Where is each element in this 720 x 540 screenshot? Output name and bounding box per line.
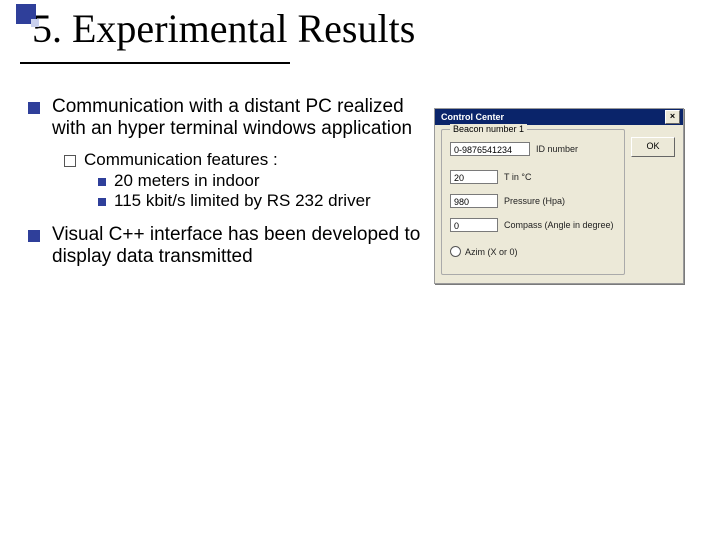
compass-input[interactable]: 0 [450, 218, 498, 232]
content-area: Communication with a distant PC realized… [28, 96, 428, 278]
dialog-title: Control Center [441, 112, 504, 122]
temp-input[interactable]: 20 [450, 170, 498, 184]
bullet-icon [28, 230, 40, 242]
title-accent [16, 4, 36, 24]
subbullet2-icon [98, 198, 106, 206]
pressure-label: Pressure (Hpa) [504, 196, 565, 206]
subbullet-icon [64, 155, 76, 167]
group-legend: Beacon number 1 [450, 124, 527, 134]
subbullet2-text: 115 kbit/s limited by RS 232 driver [114, 191, 371, 211]
pressure-input[interactable]: 980 [450, 194, 498, 208]
id-input[interactable]: 0-9876541234 [450, 142, 530, 156]
temp-label: T in °C [504, 172, 531, 182]
bullet-text: Communication with a distant PC realized… [52, 96, 428, 140]
compass-label: Compass (Angle in degree) [504, 220, 614, 230]
subbullet-text: Communication features : [84, 150, 278, 170]
azim-radio[interactable] [450, 246, 461, 257]
close-button[interactable]: × [665, 110, 680, 124]
dialog-titlebar: Control Center × [435, 109, 683, 125]
slide-title: 5. Experimental Results [22, 8, 415, 50]
beacon-groupbox: Beacon number 1 0-9876541234 ID number 2… [441, 129, 625, 275]
ok-button[interactable]: OK [631, 137, 675, 157]
bullet-text: Visual C++ interface has been developed … [52, 224, 428, 268]
bullet-icon [28, 102, 40, 114]
control-center-dialog: Control Center × Beacon number 1 0-98765… [434, 108, 684, 284]
subbullet2-icon [98, 178, 106, 186]
title-underline [20, 62, 290, 64]
id-label: ID number [536, 144, 578, 154]
subbullet2-text: 20 meters in indoor [114, 171, 260, 191]
azim-label: Azim (X or 0) [465, 247, 518, 257]
